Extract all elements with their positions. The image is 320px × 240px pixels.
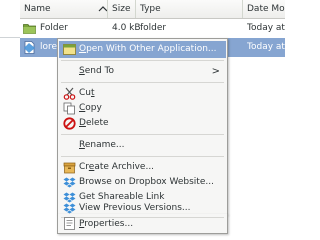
copy-icon — [63, 102, 75, 115]
menu-label-mnemonic: D — [79, 118, 86, 128]
menu-item-label: View Previous Versions... — [79, 203, 191, 213]
column-header-date-label: Date Modified — [247, 4, 285, 14]
properties-icon — [64, 217, 75, 230]
column-header-name-label: Name — [24, 4, 51, 14]
menu-item-send-to[interactable]: Send To > — [59, 63, 226, 80]
menu-label-rest: end To — [84, 66, 115, 76]
file-type: folder — [140, 23, 167, 33]
menu-item-rename[interactable]: Rename... — [59, 137, 226, 154]
menu-item-properties[interactable]: Properties... — [59, 216, 226, 232]
menu-label-rest: ename... — [84, 140, 125, 150]
menu-label-rest: pen With Other Application... — [86, 44, 217, 54]
column-header-row: Name Size Type Date Modified — [20, 0, 285, 19]
document-icon — [24, 41, 35, 54]
column-header-date[interactable]: Date Modified — [243, 0, 285, 18]
sort-ascending-icon — [98, 6, 107, 12]
menu-item-previous-versions[interactable]: View Previous Versions... — [59, 203, 226, 214]
column-header-type-label: Type — [140, 4, 161, 14]
file-context-menu: Open With Other Application... Send To >… — [57, 38, 228, 215]
file-row-folder[interactable]: Folder 4.0 kB folder Today at 01:57:34 — [20, 19, 285, 38]
open-with-icon — [63, 44, 76, 55]
menu-label-pre: Cr — [79, 162, 89, 172]
menu-label-pre: Cu — [79, 88, 91, 98]
column-header-type[interactable]: Type — [136, 0, 243, 18]
file-date-modified: Today at 01:57:47 — [247, 42, 285, 52]
archive-icon — [63, 162, 76, 174]
menu-label-rest: elete — [85, 118, 109, 128]
menu-item-open-with[interactable]: Open With Other Application... — [59, 41, 226, 58]
dropbox-icon — [63, 177, 76, 188]
submenu-arrow-icon: > — [211, 66, 220, 77]
menu-label-rest: ate Archive... — [94, 162, 155, 172]
menu-separator — [61, 156, 224, 157]
properties-menu-extension: Properties... — [57, 214, 228, 234]
file-date-modified: Today at 01:57:34 — [247, 23, 285, 33]
menu-separator — [61, 134, 224, 135]
file-name: Folder — [40, 23, 68, 33]
column-header-size[interactable]: Size — [108, 0, 136, 18]
menu-separator — [61, 82, 224, 83]
menu-label-mnemonic: t — [91, 88, 95, 98]
menu-label-rest: opy — [85, 103, 102, 113]
folder-icon — [23, 24, 36, 34]
delete-icon — [63, 117, 76, 130]
menu-item-delete[interactable]: Delete — [59, 115, 226, 132]
scissors-icon — [63, 87, 76, 100]
menu-label-rest: roperties... — [84, 219, 134, 229]
column-header-name[interactable]: Name — [20, 0, 108, 18]
side-pane-divider — [0, 37, 20, 38]
file-size: 4.0 kB — [112, 23, 141, 33]
side-pane — [0, 0, 20, 240]
menu-separator — [61, 60, 224, 61]
column-header-size-label: Size — [112, 4, 131, 14]
